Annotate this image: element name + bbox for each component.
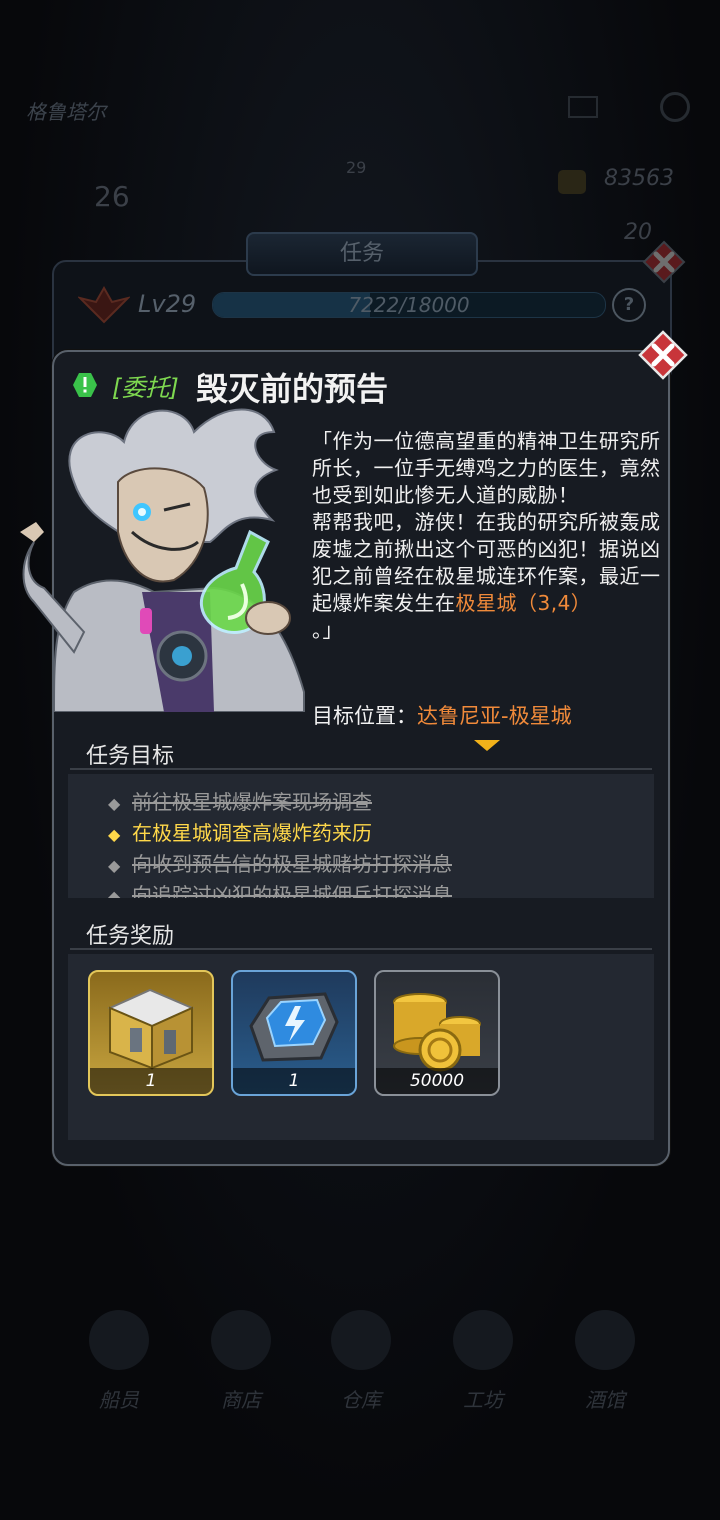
level-row: Lv29 7222/18000 ? [78,284,648,324]
objective-text: 在极星城调查高爆炸药来历 [132,821,372,845]
quest-window-close-icon[interactable] [642,240,686,284]
tavern-icon [575,1310,635,1370]
rewards-title: 任务奖励 [86,924,175,949]
nav-tavern-label: 酒馆 [585,1388,625,1412]
objective-item: ◆ 在极星城调查高爆炸药来历 [108,817,372,846]
shop-icon [211,1310,271,1370]
player-name: 格鲁塔尔 [26,100,106,124]
crew-icon [89,1310,149,1370]
reward-item-gold-coins[interactable]: 50000 [374,970,500,1096]
help-icon[interactable]: ? [612,288,646,322]
target-label: 目标位置： [312,704,417,728]
story-text-end: 。」 [312,618,343,642]
diamond-bullet-icon: ◆ [108,794,121,813]
diamond-bullet-icon: ◆ [108,825,121,844]
diamond-bullet-icon: ◆ [108,856,121,875]
rewards-divider [70,948,652,950]
level-badge: 29 [346,158,367,177]
nav-workshop-label: 工坊 [463,1388,503,1412]
exp-bar: 7222/18000 [212,292,606,318]
objectives-title: 任务目标 [86,744,175,769]
scroll-down-arrow-icon[interactable] [472,738,502,752]
objectives-list: ◆ 前往极星城爆炸案现场调查 ◆ 在极星城调查高爆炸药来历 ◆ 向收到预告信的极星城赌… [68,774,654,898]
workshop-icon [453,1310,513,1370]
nav-tavern[interactable]: 酒馆 [550,1290,660,1430]
nav-crew-label: 船员 [99,1388,139,1412]
quest-giver-portrait [20,408,305,712]
objective-item: ◆ 向收到预告信的极星城赌坊打探消息 [108,848,452,877]
exp-text: 7222/18000 [348,293,470,317]
warehouse-icon [331,1310,391,1370]
nav-warehouse[interactable]: 仓库 [306,1290,416,1430]
objective-text: 前往极星城爆炸案现场调查 [132,790,372,814]
mail-icon[interactable] [568,96,598,118]
reward-item-supply-crate[interactable]: 1 [88,970,214,1096]
quest-window-title: 任务 [246,232,478,276]
nav-warehouse-label: 仓库 [341,1388,381,1412]
level-label: Lv29 [138,290,197,318]
nav-shop[interactable]: 商店 [186,1290,296,1430]
left-counter: 26 [94,180,130,213]
gold-icon [558,170,586,194]
gold-amount: 83563 [604,166,674,191]
objective-text: 向收到预告信的极星城赌坊打探消息 [132,852,452,876]
quest-story: 「作为一位德高望重的精神卫生研究所所长，一位手无缚鸡之力的医生，竟然也受到如此惨… [312,428,662,644]
nav-workshop[interactable]: 工坊 [428,1290,538,1430]
nav-crew[interactable]: 船员 [64,1290,174,1430]
objective-item: ◆ 向追踪过凶犯的极星城佣兵打探消息 [108,879,452,898]
story-location-link[interactable]: 极星城（3,4） [456,591,592,615]
diamond-bullet-icon: ◆ [108,887,121,898]
settings-gear-icon[interactable] [660,92,690,122]
objective-item: ◆ 前往极星城爆炸案现场调查 [108,786,372,815]
close-icon[interactable] [638,330,688,380]
bottom-nav: 船员 商店 仓库 工坊 酒馆 [0,1290,720,1430]
objectives-divider [70,768,652,770]
target-location-row: 目标位置：达鲁尼亚-极星城 [312,700,572,730]
objective-text: 向追踪过凶犯的极星城佣兵打探消息 [132,883,452,898]
story-text-1: 「作为一位德高望重的精神卫生研究所所长，一位手无缚鸡之力的医生，竟然也受到如此惨… [312,429,661,507]
reward-qty: 50000 [376,1068,498,1094]
reward-item-energy-core[interactable]: 1 [231,970,357,1096]
nav-shop-label: 商店 [221,1388,261,1412]
rank-emblem-icon [78,285,130,324]
reward-qty: 1 [90,1068,212,1094]
reward-qty: 1 [233,1068,355,1094]
target-location-link[interactable]: 达鲁尼亚-极星城 [417,704,572,728]
